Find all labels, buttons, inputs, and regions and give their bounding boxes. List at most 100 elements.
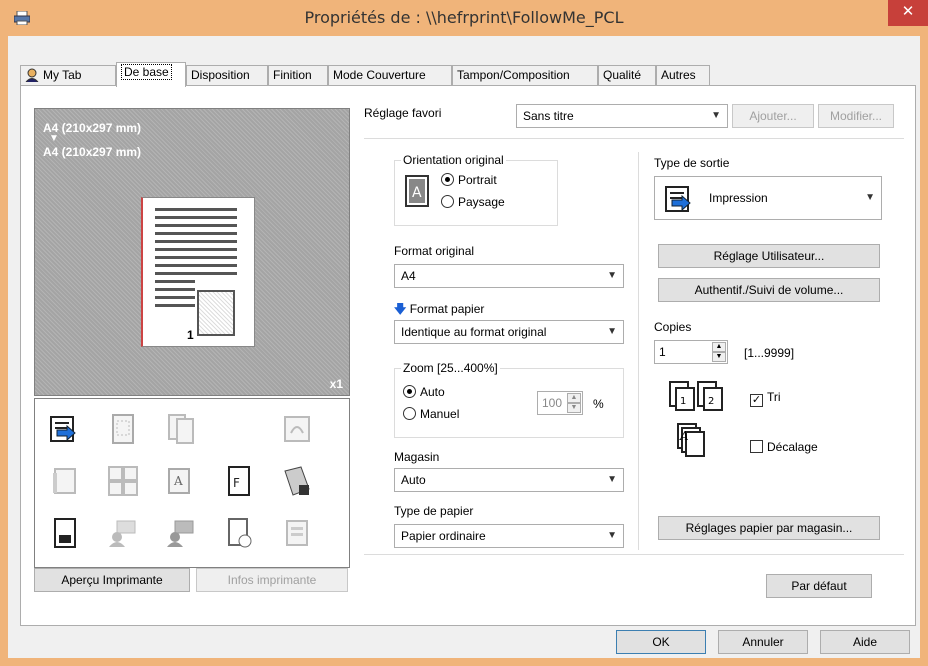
chevron-down-icon: ▼ (711, 110, 721, 121)
tab-mode-couverture[interactable]: Mode Couverture (328, 65, 452, 85)
paysage-label: Paysage (458, 195, 505, 209)
sortie-select[interactable]: Impression ▼ (654, 176, 882, 220)
schedule-icon[interactable] (223, 517, 255, 549)
tab-label: Qualité (603, 68, 642, 82)
check-icon: ✓ (750, 394, 763, 407)
copies-spinner[interactable]: 1 ▲ ▼ (654, 340, 728, 364)
zoom-value-spinner[interactable]: 100 ▲ ▼ (537, 391, 583, 415)
tab-tampon-composition[interactable]: Tampon/Composition (452, 65, 598, 85)
portrait-label: Portrait (458, 173, 497, 187)
infos-imprimante-button[interactable]: Infos imprimante (196, 568, 348, 592)
account-icon[interactable] (165, 517, 197, 549)
title-bar[interactable]: Propriétés de : \\hefrprint\FollowMe_PCL… (0, 0, 928, 36)
paysage-radio[interactable]: Paysage (441, 195, 505, 209)
user-icon (25, 68, 39, 83)
arrow-down-icon: 🡇 (394, 302, 407, 316)
document-icon[interactable] (49, 517, 81, 549)
favorite-value: Sans titre (523, 109, 574, 123)
arrow-down-icon: ▼ (49, 133, 59, 144)
zoom-group: Zoom [25...400%] Auto Manuel 100 ▲ ▼ % (394, 361, 624, 438)
spin-up-icon[interactable]: ▲ (567, 393, 581, 403)
annuler-button[interactable]: Annuler (718, 630, 808, 654)
apercu-imprimante-button[interactable]: Aperçu Imprimante (34, 568, 190, 592)
n-up-icon[interactable] (107, 465, 139, 497)
decalage-checkbox[interactable]: Décalage (750, 440, 818, 454)
portrait-radio[interactable]: Portrait (441, 173, 497, 187)
duplex-icon[interactable] (165, 413, 197, 445)
svg-text:A: A (679, 429, 689, 443)
tab-autres[interactable]: Autres (656, 65, 710, 85)
svg-text:A: A (173, 474, 183, 488)
modify-favorite-button[interactable]: Modifier... (818, 104, 894, 128)
separator (364, 554, 904, 555)
zoom-manuel-radio[interactable]: Manuel (403, 407, 459, 421)
collate-icon: 12 (669, 381, 723, 411)
tab-label: Mode Couverture (333, 68, 426, 82)
print-preview: A4 (210x297 mm) ▼ A4 (210x297 mm) 1 x1 (34, 108, 350, 396)
tab-de-base[interactable]: De base (116, 62, 186, 87)
chevron-down-icon: ▼ (865, 192, 875, 203)
tri-checkbox[interactable]: ✓ Tri (750, 390, 781, 407)
format-papier-label-row: 🡇 Format papier (394, 300, 484, 321)
window-title: Propriétés de : \\hefrprint\FollowMe_PCL (304, 8, 624, 27)
tab-my-tab[interactable]: My Tab (20, 65, 116, 85)
zoom-title: Zoom [25...400%] (401, 361, 500, 375)
svg-text:A: A (412, 185, 422, 201)
add-favorite-button[interactable]: Ajouter... (732, 104, 814, 128)
text-rotation-icon[interactable]: A (165, 465, 197, 497)
par-defaut-button[interactable]: Par défaut (766, 574, 872, 598)
authentif-button[interactable]: Authentif./Suivi de volume... (658, 278, 880, 302)
aide-button[interactable]: Aide (820, 630, 910, 654)
tab-label: Disposition (191, 68, 250, 82)
tab-label: Tampon/Composition (457, 68, 570, 82)
type-papier-select[interactable]: Papier ordinaire ▼ (394, 524, 624, 548)
mirror-icon[interactable] (281, 413, 313, 445)
copies-value: 1 (659, 345, 666, 359)
svg-text:2: 2 (708, 396, 714, 407)
spin-down-icon[interactable]: ▼ (712, 352, 726, 362)
copies-range: [1...9999] (744, 346, 795, 360)
chevron-down-icon: ▼ (607, 270, 617, 281)
chevron-down-icon: ▼ (607, 530, 617, 541)
copies-label: Copies (654, 320, 692, 334)
format-original-label: Format original (394, 244, 475, 258)
format-original-value: A4 (401, 269, 416, 283)
favorite-label: Réglage favori (364, 106, 442, 120)
tab-disposition[interactable]: Disposition (186, 65, 268, 85)
type-papier-label: Type de papier (394, 504, 474, 518)
reglages-papier-button[interactable]: Réglages papier par magasin... (658, 516, 880, 540)
zoom-auto-radio[interactable]: Auto (403, 385, 445, 399)
orientation-title: Orientation original (401, 153, 506, 167)
ok-button[interactable]: OK (616, 630, 706, 654)
format-papier-select[interactable]: Identique au format original ▼ (394, 320, 624, 344)
tab-label: My Tab (43, 68, 82, 82)
magasin-select[interactable]: Auto ▼ (394, 468, 624, 492)
type-papier-value: Papier ordinaire (401, 529, 486, 543)
tab-qualite[interactable]: Qualité (598, 65, 656, 85)
format-original-select[interactable]: A4 ▼ (394, 264, 624, 288)
reglage-utilisateur-button[interactable]: Réglage Utilisateur... (658, 244, 880, 268)
close-button[interactable]: ✕ (888, 0, 928, 26)
zoom-auto-label: Auto (420, 385, 445, 399)
page-number: 1 (187, 328, 194, 342)
layout-icon[interactable] (107, 413, 139, 445)
radio-indicator (441, 195, 454, 208)
secure-print-icon[interactable] (281, 465, 313, 497)
chevron-down-icon: ▼ (607, 474, 617, 485)
watermark-icon[interactable]: F (223, 465, 255, 497)
favorite-select[interactable]: Sans titre ▼ (516, 104, 728, 128)
print-output-icon[interactable] (49, 413, 81, 445)
user-box-icon[interactable] (107, 517, 139, 549)
orientation-group: Orientation original A Portrait Paysage (394, 153, 558, 226)
spin-up-icon[interactable]: ▲ (712, 342, 726, 352)
dialog-client: My Tab De base Disposition Finition Mode… (8, 36, 920, 658)
function-icon-panel: A F (34, 398, 350, 568)
zoom-unit: % (593, 397, 604, 411)
booklet-icon[interactable] (49, 465, 81, 497)
page-thumb (197, 290, 235, 336)
chevron-down-icon: ▼ (607, 326, 617, 337)
vertical-separator (638, 152, 639, 550)
tab-finition[interactable]: Finition (268, 65, 328, 85)
box-storage-icon[interactable] (281, 517, 313, 549)
spin-down-icon[interactable]: ▼ (567, 403, 581, 413)
